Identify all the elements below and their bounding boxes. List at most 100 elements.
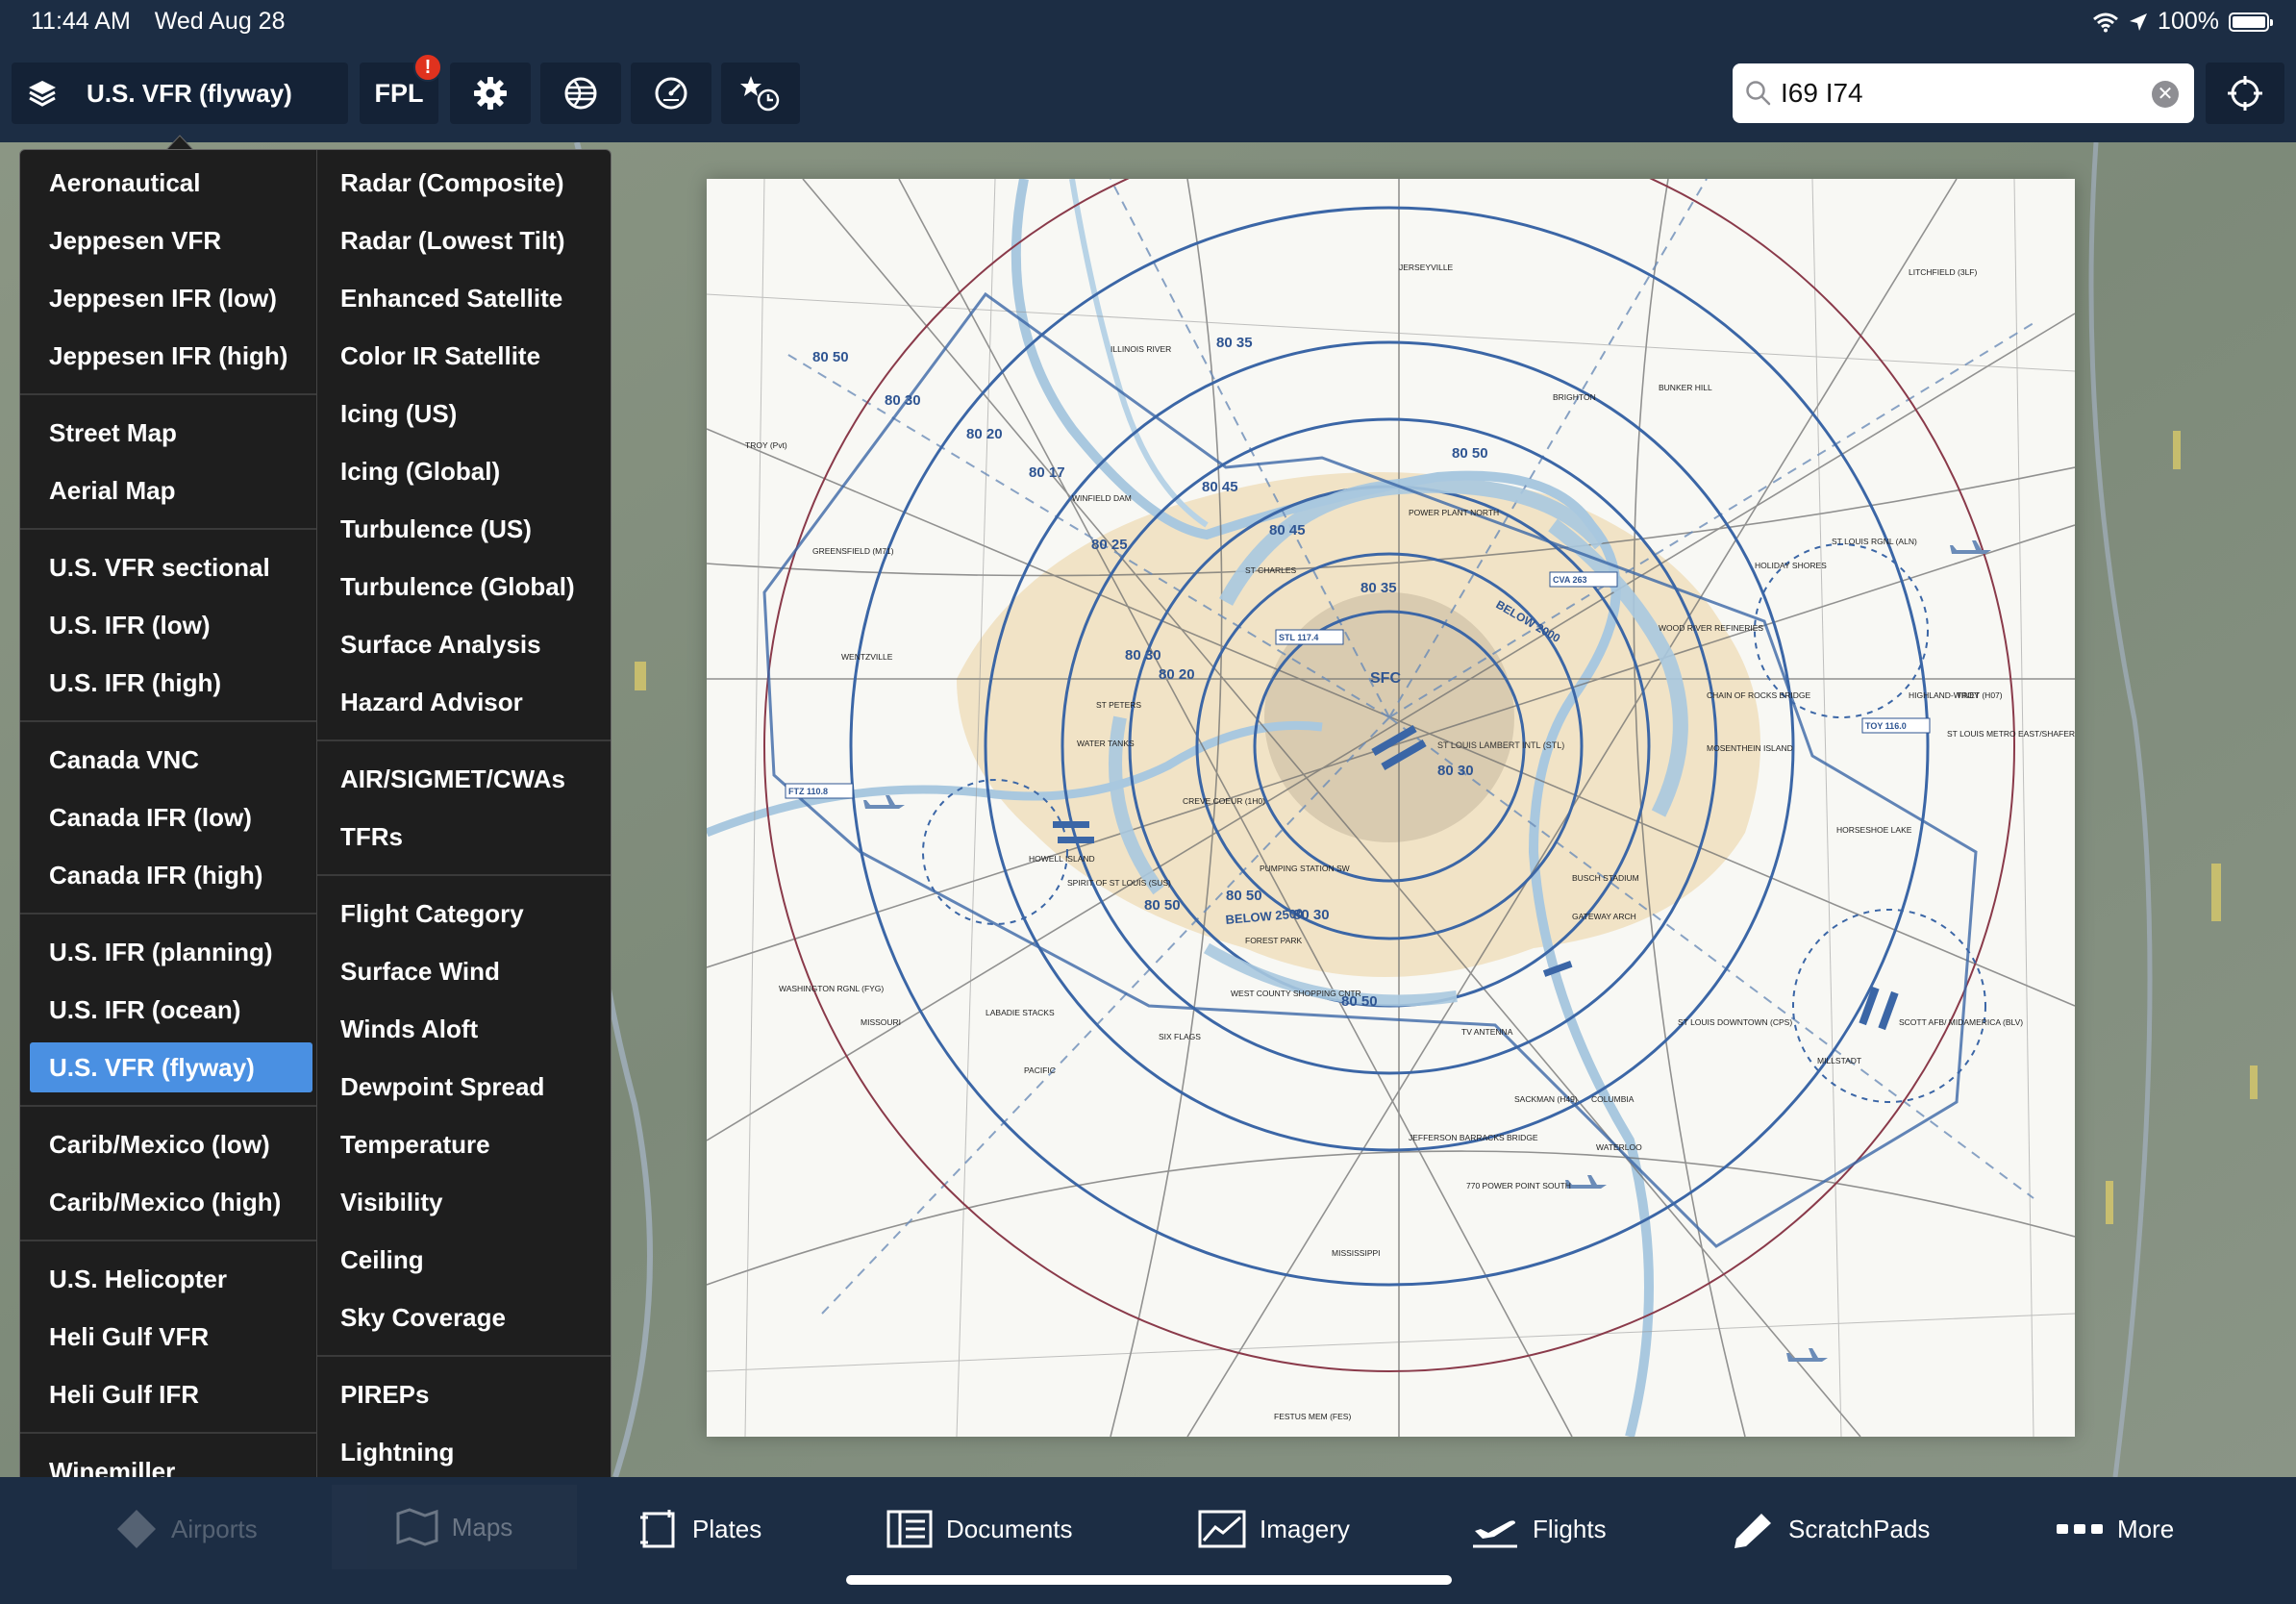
- layer-item-winds-aloft[interactable]: Winds Aloft: [317, 1004, 611, 1054]
- menu-separator: [317, 739, 611, 741]
- chart-place-label: LABADIE STACKS: [986, 1008, 1055, 1017]
- layer-item-hazard-advisor[interactable]: Hazard Advisor: [317, 677, 611, 727]
- layer-item-turbulence-global[interactable]: Turbulence (Global): [317, 562, 611, 612]
- map-layer-menu: Aeronautical Jeppesen VFR Jeppesen IFR (lo…: [19, 149, 611, 1545]
- chart-place-label: SPIRIT OF ST LOUIS (SUS): [1067, 878, 1171, 888]
- layer-item-sky-coverage[interactable]: Sky Coverage: [317, 1292, 611, 1342]
- tab-maps[interactable]: Maps: [332, 1485, 577, 1569]
- menu-separator: [20, 1432, 316, 1434]
- primary-airport-label: ST LOUIS LAMBERT INTL (STL): [1437, 740, 1564, 750]
- layer-item-street-map[interactable]: Street Map: [20, 408, 316, 458]
- layer-item-jeppesen-ifr-low[interactable]: Jeppesen IFR (low): [20, 273, 316, 323]
- gear-icon: [474, 77, 507, 110]
- airport-icon: [117, 1510, 156, 1548]
- tab-documents-label: Documents: [946, 1514, 1073, 1543]
- layer-item-pireps[interactable]: PIREPs: [317, 1369, 611, 1419]
- layer-item-air-sigmet-cwas[interactable]: AIR/SIGMET/CWAs: [317, 754, 611, 804]
- search-field[interactable]: ✕: [1733, 63, 2194, 123]
- chart-place-label: POWER PLANT NORTH: [1409, 508, 1499, 517]
- altitude-block-label: 80 50: [1144, 897, 1181, 914]
- chart-place-label: 770 POWER POINT SOUTH: [1466, 1181, 1571, 1190]
- chart-place-label: ST PETERS: [1096, 700, 1141, 710]
- layer-item-heli-gulf-vfr[interactable]: Heli Gulf VFR: [20, 1312, 316, 1362]
- search-input[interactable]: [1779, 71, 2138, 115]
- layer-item-u-s-ifr-high[interactable]: U.S. IFR (high): [20, 658, 316, 708]
- tab-imagery[interactable]: Imagery: [1198, 1506, 1350, 1552]
- layer-item-canada-ifr-low[interactable]: Canada IFR (low): [20, 792, 316, 842]
- layer-item-icing-us[interactable]: Icing (US): [317, 388, 611, 439]
- tab-airports[interactable]: Airports: [115, 1506, 258, 1552]
- layer-item-jeppesen-vfr[interactable]: Jeppesen VFR: [20, 215, 316, 265]
- vfr-flyway-chart: 80 50 80 30 80 20 80 17 80 25 80 35 80 45 80 30…: [705, 142, 2076, 1439]
- clear-search-icon[interactable]: ✕: [2152, 81, 2179, 108]
- menu-separator: [20, 528, 316, 530]
- layer-item-aeronautical[interactable]: Aeronautical: [20, 158, 316, 208]
- chart-place-label: WASHINGTON RGNL (FYG): [779, 984, 884, 993]
- layer-item-icing-global[interactable]: Icing (Global): [317, 446, 611, 496]
- favorites-recents-button[interactable]: [721, 63, 800, 124]
- layer-item-u-s-ifr-ocean[interactable]: U.S. IFR (ocean): [20, 985, 316, 1035]
- tab-documents[interactable]: Documents: [886, 1506, 1073, 1552]
- layer-item-visibility[interactable]: Visibility: [317, 1177, 611, 1227]
- instruments-button[interactable]: [631, 63, 711, 124]
- layer-item-u-s-vfr-sectional[interactable]: U.S. VFR sectional: [20, 542, 316, 592]
- chart-place-label: FOREST PARK: [1245, 936, 1303, 945]
- chart-place-label: WENTZVILLE: [841, 652, 893, 662]
- layer-item-canada-vnc[interactable]: Canada VNC: [20, 735, 316, 785]
- tab-scratchpads-label: ScratchPads: [1788, 1514, 1931, 1543]
- chart-place-label: PUMPING STATION SW: [1260, 864, 1350, 873]
- navaid-frequency-label: STL 117.4: [1279, 633, 1318, 642]
- layer-item-u-s-helicopter[interactable]: U.S. Helicopter: [20, 1254, 316, 1304]
- tab-plates[interactable]: Plates: [638, 1506, 761, 1552]
- layer-item-carib-mexico-high[interactable]: Carib/Mexico (high): [20, 1177, 316, 1227]
- chart-place-label: HOLIDAY SHORES: [1755, 561, 1827, 570]
- layer-item-u-s-vfr-flyway[interactable]: U.S. VFR (flyway): [30, 1042, 312, 1092]
- layer-item-carib-mexico-low[interactable]: Carib/Mexico (low): [20, 1119, 316, 1169]
- layer-item-enhanced-satellite[interactable]: Enhanced Satellite: [317, 273, 611, 323]
- altitude-block-label: 80 50: [812, 349, 849, 365]
- navaid-frequency-label: CVA 263: [1553, 575, 1587, 585]
- altitude-block-label: 80 35: [1216, 335, 1253, 351]
- layer-item-color-ir-satellite[interactable]: Color IR Satellite: [317, 331, 611, 381]
- layer-item-surface-wind[interactable]: Surface Wind: [317, 946, 611, 996]
- chart-place-label: MILLSTADT: [1817, 1056, 1861, 1065]
- layer-item-lightning[interactable]: Lightning: [317, 1427, 611, 1477]
- layer-item-canada-ifr-high[interactable]: Canada IFR (high): [20, 850, 316, 900]
- fpl-button-label: FPL: [374, 78, 424, 108]
- center-location-button[interactable]: [2206, 63, 2284, 124]
- map-layers-button-label: U.S. VFR (flyway): [87, 78, 292, 108]
- tab-plates-label[interactable]: Plates: [692, 1515, 761, 1544]
- chart-place-label: BUSCH STADIUM: [1572, 873, 1639, 883]
- crosshair-icon: [2228, 76, 2262, 111]
- map-layers-button[interactable]: U.S. VFR (flyway): [12, 63, 348, 124]
- layer-item-radar-composite[interactable]: Radar (Composite): [317, 158, 611, 208]
- layer-item-tfrs[interactable]: TFRs: [317, 812, 611, 862]
- layer-item-surface-analysis[interactable]: Surface Analysis: [317, 619, 611, 669]
- settings-button[interactable]: [450, 63, 531, 124]
- tab-more[interactable]: More: [2056, 1506, 2174, 1552]
- tab-airports-label: Airports: [171, 1514, 258, 1543]
- globe-button[interactable]: [540, 63, 621, 124]
- layer-item-u-s-ifr-low[interactable]: U.S. IFR (low): [20, 600, 316, 650]
- flyway-chart-graphic: 80 50 80 30 80 20 80 17 80 25 80 35 80 45 80 30…: [705, 142, 2076, 1439]
- gauge-icon: [655, 77, 687, 110]
- layer-item-temperature[interactable]: Temperature: [317, 1119, 611, 1169]
- home-indicator[interactable]: [846, 1575, 1452, 1585]
- layer-item-turbulence-us[interactable]: Turbulence (US): [317, 504, 611, 554]
- layer-item-jeppesen-ifr-high[interactable]: Jeppesen IFR (high): [20, 331, 316, 381]
- layer-item-flight-category[interactable]: Flight Category: [317, 889, 611, 939]
- search-icon: [1746, 81, 1771, 106]
- layer-item-u-s-ifr-planning[interactable]: U.S. IFR (planning): [20, 927, 316, 977]
- tab-scratchpads[interactable]: ScratchPads: [1731, 1506, 1930, 1552]
- layer-item-aerial-map[interactable]: Aerial Map: [20, 465, 316, 515]
- tab-imagery-label: Imagery: [1260, 1514, 1350, 1543]
- layer-item-heli-gulf-ifr[interactable]: Heli Gulf IFR: [20, 1369, 316, 1419]
- navaid-frequency-label: TOY 116.0: [1865, 721, 1907, 731]
- altitude-block-label: 80 30: [1125, 647, 1161, 664]
- altitude-block-label: 80 50: [1226, 888, 1262, 904]
- layer-item-radar-lowest-tilt[interactable]: Radar (Lowest Tilt): [317, 215, 611, 265]
- layer-item-ceiling[interactable]: Ceiling: [317, 1235, 611, 1285]
- layer-item-dewpoint-spread[interactable]: Dewpoint Spread: [317, 1062, 611, 1112]
- fpl-button[interactable]: FPL !: [360, 53, 442, 124]
- tab-flights[interactable]: Flights: [1471, 1506, 1607, 1552]
